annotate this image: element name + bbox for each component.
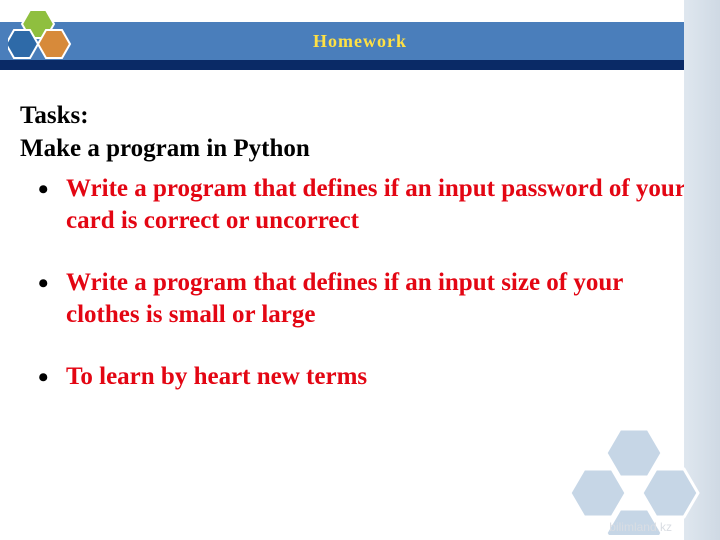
hexagon-decoration-top (8, 8, 98, 83)
footer-link: bilimland.kz (609, 520, 672, 534)
list-item: Write a program that defines if an input… (44, 267, 700, 331)
subheading: Make a program in Python (20, 133, 700, 164)
list-item: To learn by heart new terms (44, 361, 700, 393)
list-item: Write a program that defines if an input… (44, 173, 700, 237)
title-underline (0, 60, 720, 70)
title-band: Homework (0, 22, 720, 60)
bullet-list: Write a program that defines if an input… (20, 173, 700, 393)
header-bar: Homework (0, 0, 720, 72)
tasks-heading: Tasks: (20, 100, 700, 131)
content-area: Tasks: Make a program in Python Write a … (0, 72, 720, 433)
page-title: Homework (313, 31, 407, 52)
